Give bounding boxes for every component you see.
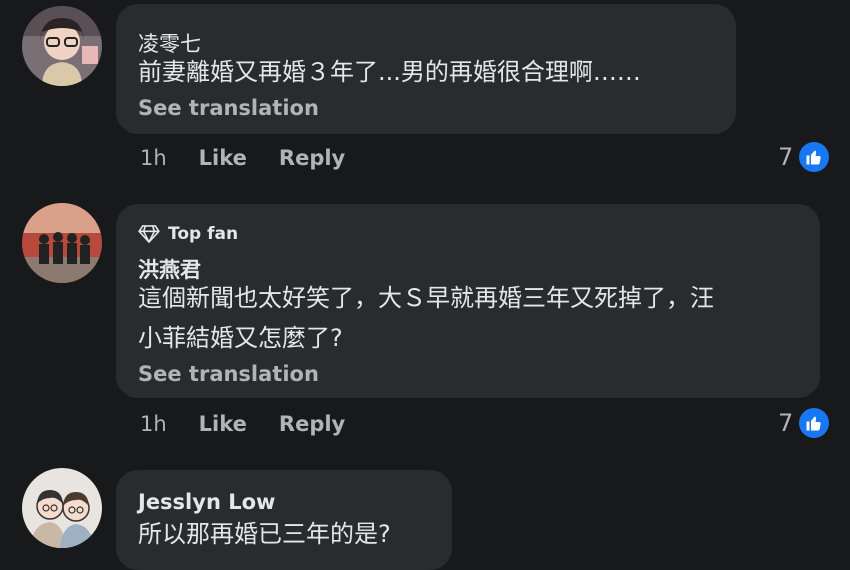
reaction-count: 7 xyxy=(778,409,794,437)
avatar[interactable] xyxy=(22,203,102,283)
like-button[interactable]: Like xyxy=(199,412,247,436)
comment-text: 這個新聞也太好笑了，大Ｓ早就再婚三年又死掉了，汪 小菲結婚又怎麼了? xyxy=(138,284,714,352)
avatar[interactable] xyxy=(22,468,102,548)
like-button[interactable]: Like xyxy=(199,146,247,170)
comment-time[interactable]: 1h xyxy=(140,146,167,170)
reaction-summary[interactable]: 7 xyxy=(778,142,830,172)
reaction-summary[interactable]: 7 xyxy=(778,408,830,438)
comment-author[interactable]: Jesslyn Low xyxy=(138,490,275,514)
like-icon xyxy=(799,142,830,172)
avatar-image xyxy=(22,468,102,548)
see-translation-link[interactable]: See translation xyxy=(138,362,319,386)
avatar[interactable] xyxy=(22,6,102,86)
reply-button[interactable]: Reply xyxy=(279,412,345,436)
avatar-image xyxy=(22,203,102,283)
comment-actions: 1h Like Reply xyxy=(140,146,377,170)
reply-button[interactable]: Reply xyxy=(279,146,345,170)
badge-label: Top fan xyxy=(168,224,239,244)
comment-bubble: Jesslyn Low 所以那再婚已三年的是? xyxy=(116,470,452,570)
comment-bubble: Top fan 洪燕君 這個新聞也太好笑了，大Ｓ早就再婚三年又死掉了，汪 小菲結… xyxy=(116,204,820,398)
top-fan-badge: Top fan xyxy=(138,224,238,244)
comment-text: 前妻離婚又再婚３年了...男的再婚很合理啊…… xyxy=(138,58,641,86)
comment-time[interactable]: 1h xyxy=(140,412,167,436)
like-icon xyxy=(799,408,830,438)
avatar-image xyxy=(22,6,102,86)
comment-bubble: 凌零七 前妻離婚又再婚３年了...男的再婚很合理啊…… See translat… xyxy=(116,4,736,134)
diamond-icon xyxy=(138,225,160,243)
comment-text: 所以那再婚已三年的是? xyxy=(138,520,391,548)
comment-actions: 1h Like Reply xyxy=(140,412,377,436)
see-translation-link[interactable]: See translation xyxy=(138,96,319,120)
reaction-count: 7 xyxy=(778,143,794,171)
